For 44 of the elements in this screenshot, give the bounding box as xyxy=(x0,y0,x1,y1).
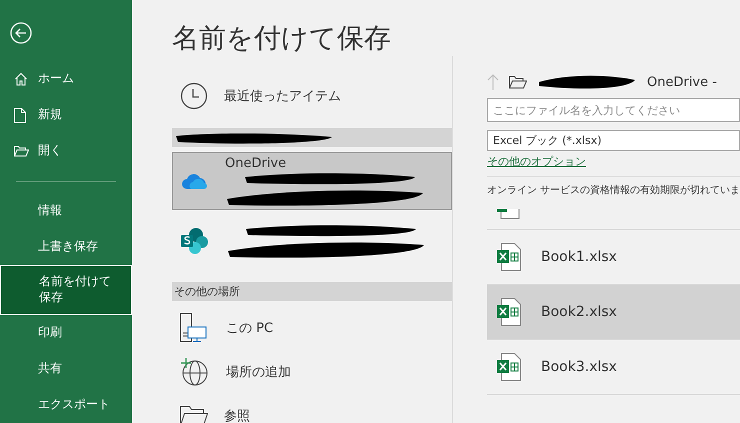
spreadsheet-icon xyxy=(497,353,523,381)
spreadsheet-icon xyxy=(497,298,523,326)
folder-icon xyxy=(180,406,208,423)
sidebar-item[interactable]: ホーム xyxy=(0,61,132,98)
document-icon xyxy=(14,108,26,123)
location-item[interactable]: この PC xyxy=(172,306,452,350)
sidebar-item[interactable]: 印刷 xyxy=(0,314,132,351)
location-item[interactable]: OneDrive xyxy=(172,152,452,210)
file-row[interactable]: Book3.xlsx xyxy=(487,340,740,395)
location-label: 最近使ったアイテム xyxy=(224,88,341,105)
sidebar-item[interactable]: 情報 xyxy=(0,192,132,228)
sidebar-item[interactable]: 上書き保存 xyxy=(0,228,132,265)
location-item[interactable]: 場所の追加 xyxy=(172,350,452,394)
file-name: Book3.xlsx xyxy=(541,359,617,375)
sidebar-item[interactable]: 新規 xyxy=(0,97,132,134)
location-item[interactable]: 最近使ったアイテム xyxy=(172,74,452,118)
clock-icon xyxy=(180,82,208,110)
file-row[interactable]: Book2.xlsx xyxy=(487,285,740,340)
group-header: その他の場所 xyxy=(172,282,452,301)
sidebar-item[interactable]: エクスポート xyxy=(0,386,132,423)
folder-path: OneDrive - xyxy=(647,74,717,90)
location-label: OneDrive xyxy=(225,156,288,170)
file-name: Book2.xlsx xyxy=(541,304,617,320)
location-label: この PC xyxy=(226,320,274,337)
folder-icon xyxy=(509,75,527,89)
spreadsheet-icon xyxy=(497,243,523,271)
sharepoint-icon xyxy=(180,227,210,255)
sidebar-item[interactable]: 共有 xyxy=(0,350,132,387)
file-name: Book1.xlsx xyxy=(541,249,617,265)
location-label: 参照 xyxy=(224,408,250,423)
cloud-icon xyxy=(181,172,209,190)
back-button[interactable] xyxy=(10,22,32,44)
sidebar-item[interactable]: 名前を付けて保存 xyxy=(0,264,132,315)
location-label: 場所の追加 xyxy=(226,364,291,381)
file-type-dropdown[interactable]: Excel ブック (*.xlsx) xyxy=(487,130,740,151)
filename-input[interactable]: ここにファイル名を入力してください xyxy=(487,98,740,122)
sidebar-item[interactable]: 開く xyxy=(0,133,132,170)
page-title: 名前を付けて保存 xyxy=(172,22,392,56)
location-item[interactable]: 参照 xyxy=(172,394,452,423)
folder-icon xyxy=(14,145,29,158)
status-message: オンライン サービスの資格情報の有効期限が切れていま xyxy=(487,184,740,197)
globe-add-icon xyxy=(180,357,210,387)
home-icon xyxy=(14,72,28,86)
more-options-link[interactable]: その他のオプション xyxy=(487,154,586,169)
